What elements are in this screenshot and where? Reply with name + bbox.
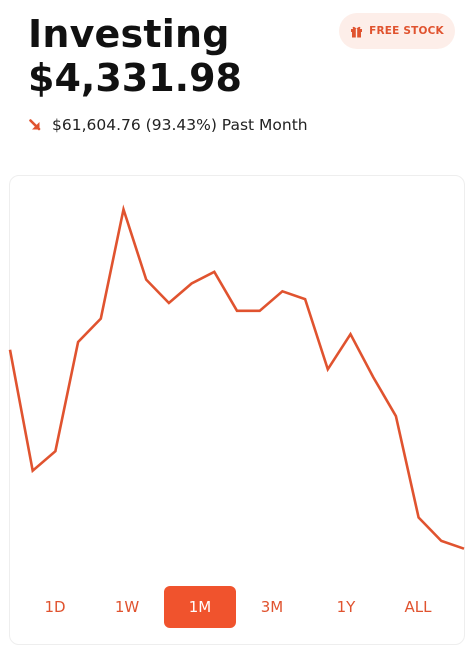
portfolio-line-chart[interactable] <box>0 0 474 654</box>
range-option-1y[interactable]: 1Y <box>310 586 382 628</box>
range-option-3m[interactable]: 3M <box>236 586 308 628</box>
portfolio-series-line <box>8 204 465 550</box>
investing-screen: Investing $4,331.98 FREE STOCK $61,604.7… <box>0 0 474 654</box>
range-option-1m[interactable]: 1M <box>164 586 236 628</box>
range-option-1w[interactable]: 1W <box>91 586 163 628</box>
range-option-1d[interactable]: 1D <box>19 586 91 628</box>
range-option-all[interactable]: ALL <box>382 586 454 628</box>
range-selector: 1D 1W 1M 3M 1Y ALL <box>9 586 465 628</box>
